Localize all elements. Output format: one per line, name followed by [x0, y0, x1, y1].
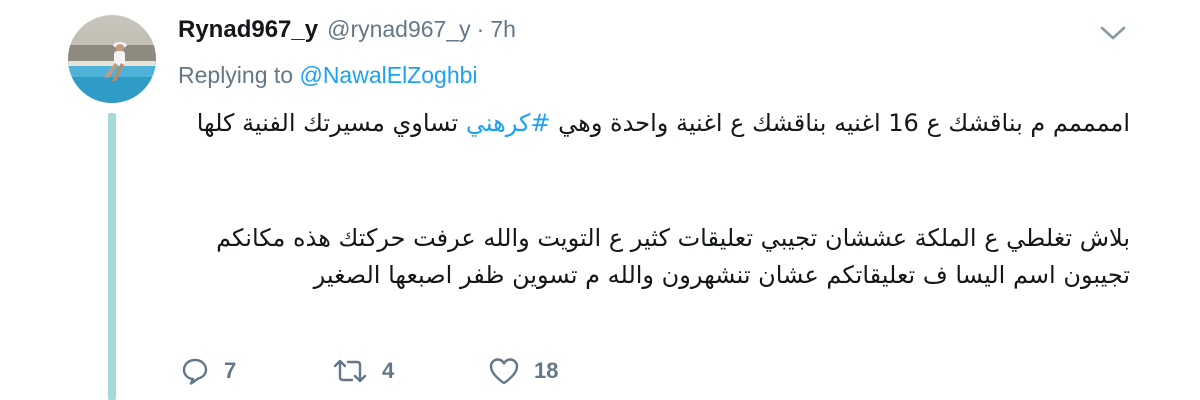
separator-dot: · [476, 16, 485, 42]
reply-icon [182, 358, 208, 385]
replying-to-label: Replying to [178, 62, 300, 88]
avatar-photo [68, 15, 156, 103]
tweet-text-paragraph-1: اممممم م بناقشك ع 16 اغنيه بناقشك ع اغني… [170, 105, 1130, 142]
tweet-text-after-hashtag: تساوي مسيرتك الفنية كلها [196, 109, 466, 137]
display-name[interactable]: Rynad967_y [178, 16, 318, 44]
like-count: 18 [534, 358, 559, 383]
thread-line [108, 113, 116, 400]
chevron-down-icon [1100, 26, 1126, 40]
more-menu-button[interactable] [1098, 22, 1128, 44]
reply-button[interactable]: 7 [180, 356, 236, 386]
user-handle[interactable]: @rynad967_y [327, 16, 471, 43]
hashtag-link[interactable]: #كرهني [466, 109, 551, 137]
heart-icon [489, 358, 519, 385]
reply-mention-link[interactable]: @NawalElZoghbi [299, 62, 477, 88]
avatar[interactable] [68, 15, 156, 103]
replying-to: Replying to @NawalElZoghbi [178, 62, 478, 89]
retweet-icon [333, 359, 367, 383]
timestamp[interactable]: 7h [490, 16, 516, 43]
tweet-header: Rynad967_y @rynad967_y · 7h [178, 16, 516, 52]
retweet-count: 4 [382, 358, 395, 383]
tweet: Rynad967_y @rynad967_y · 7h Replying to … [0, 0, 1200, 400]
like-button[interactable]: 18 [488, 356, 558, 386]
tweet-text-paragraph-2: بلاش تغلطي ع الملكة عششان تجيبي تعليقات … [216, 224, 1130, 289]
tweet-text-before-hashtag: اممممم م بناقشك ع 16 اغنيه بناقشك ع اغني… [550, 109, 1130, 137]
retweet-button[interactable]: 4 [332, 356, 394, 386]
reply-count: 7 [224, 358, 237, 383]
